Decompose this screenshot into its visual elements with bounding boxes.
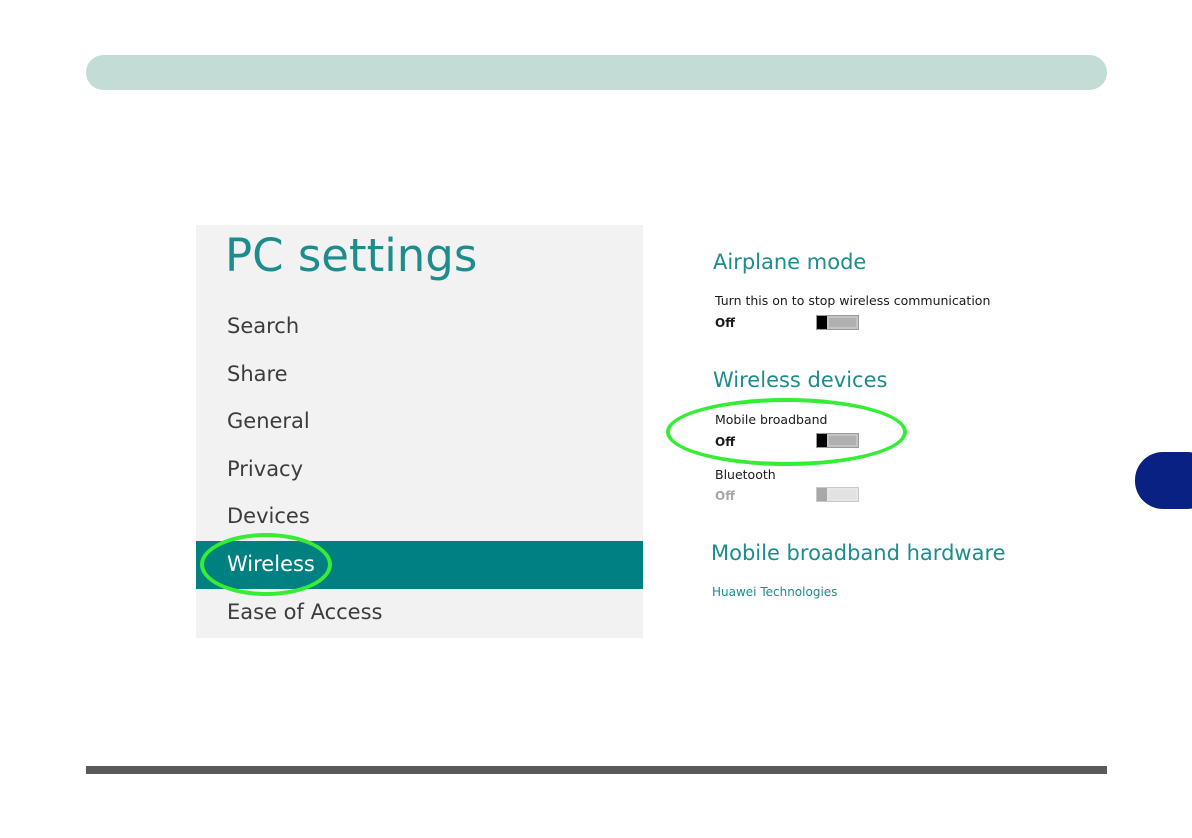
airplane-mode-toggle[interactable] [816,315,859,330]
chapter-tab [1135,452,1192,509]
wireless-highlight-ring [200,533,332,596]
manual-page: PC settings Search Share General Privacy… [0,0,1192,838]
toggle-track [829,318,856,327]
toggle-thumb [817,488,827,501]
mobile-broadband-highlight-ring [666,398,907,466]
airplane-mode-description: Turn this on to stop wireless communicat… [715,293,991,308]
wireless-devices-heading: Wireless devices [713,368,888,392]
header-bar [86,55,1107,90]
airplane-mode-state: Off [715,316,735,330]
hardware-vendor-link[interactable]: Huawei Technologies [712,585,837,599]
nav-item-privacy[interactable]: Privacy [196,446,643,494]
bluetooth-toggle [816,487,859,502]
nav-item-search[interactable]: Search [196,303,643,351]
airplane-mode-heading: Airplane mode [713,250,867,274]
hardware-heading: Mobile broadband hardware [711,541,1006,565]
page-title: PC settings [225,229,478,282]
bluetooth-label: Bluetooth [715,467,776,482]
nav-item-share[interactable]: Share [196,351,643,399]
bluetooth-state: Off [715,489,735,503]
footer-rule [86,766,1107,774]
toggle-thumb [817,316,827,329]
toggle-track [829,490,856,499]
nav-item-general[interactable]: General [196,398,643,446]
